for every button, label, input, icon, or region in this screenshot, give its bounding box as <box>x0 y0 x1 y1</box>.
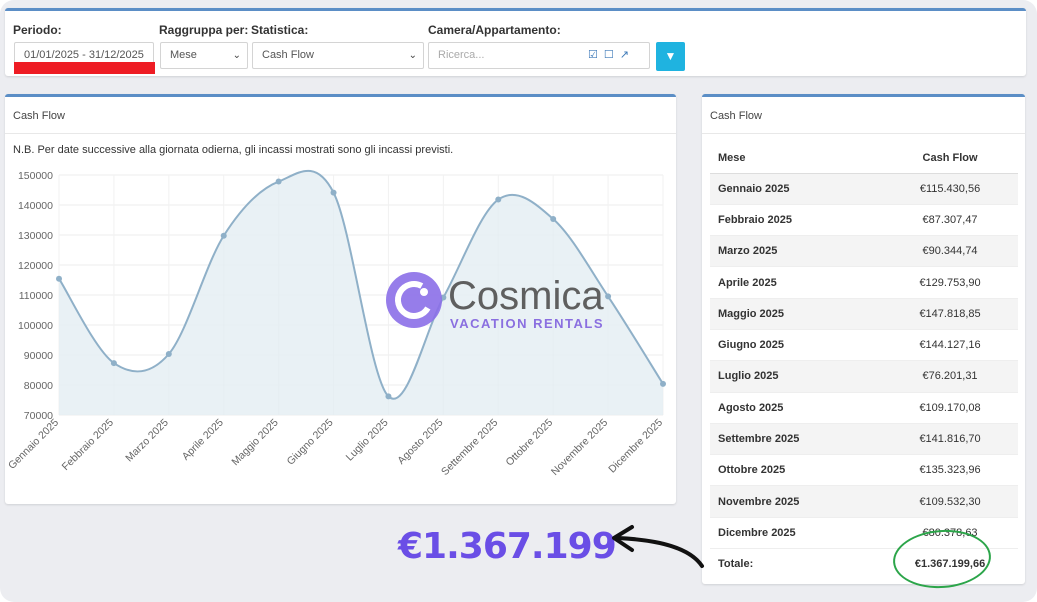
screenshot-frame: Periodo: 01/01/2025 - 31/12/2025 Raggrup… <box>0 0 1037 602</box>
arrow-annotation <box>612 525 704 568</box>
